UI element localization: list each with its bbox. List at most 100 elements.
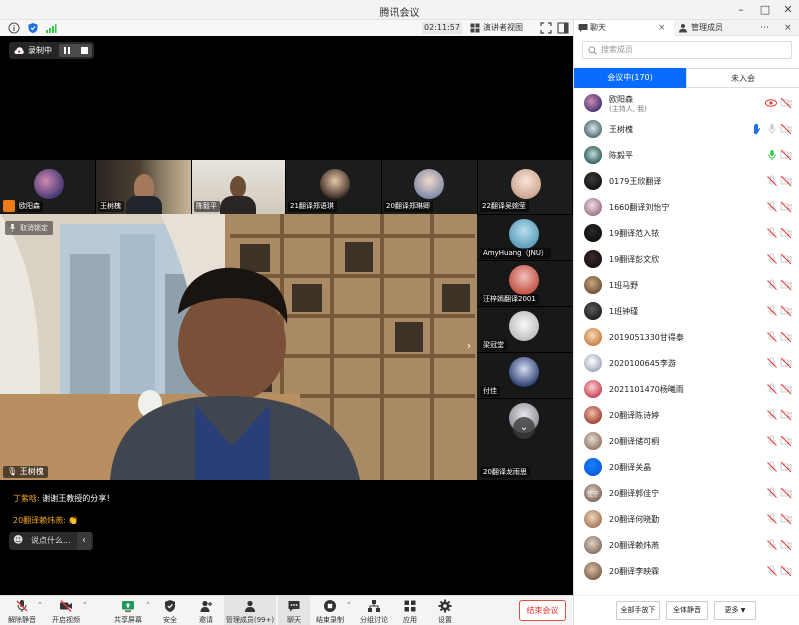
video-thumb-8[interactable]: 汪梓嫣翻译2001	[477, 260, 573, 306]
video-thumb-9[interactable]: 梁冠堂	[477, 306, 573, 352]
pause-recording-icon[interactable]	[64, 47, 66, 54]
sidebar-toggle-icon[interactable]	[557, 22, 569, 34]
member-row[interactable]: 王树槐	[574, 116, 799, 142]
member-row[interactable]: 20翻译陈诗婷	[574, 402, 799, 428]
next-page-icon[interactable]: ›	[463, 339, 475, 357]
participant-name: 20翻译龙雨思	[480, 467, 530, 478]
member-row[interactable]: 20翻译关晶	[574, 454, 799, 480]
minimize-icon[interactable]: –	[733, 2, 749, 18]
member-row[interactable]: 0179王欣翻译	[574, 168, 799, 194]
unmute-button[interactable]: 解除静音	[2, 596, 42, 625]
member-row[interactable]: 2019051330甘得泰	[574, 324, 799, 350]
apps-button[interactable]: 应用	[394, 596, 426, 625]
close-tab-icon[interactable]: ×	[658, 20, 666, 36]
avatar	[584, 94, 602, 112]
invite-button[interactable]: 邀请	[188, 596, 224, 625]
collapse-chat-icon[interactable]: ‹	[77, 532, 91, 550]
member-row[interactable]: 1班马野	[574, 272, 799, 298]
member-name: 陈毅平	[609, 151, 633, 160]
end-recording-button[interactable]: 结束录制	[312, 596, 348, 625]
mic-muted-icon	[767, 435, 777, 446]
security-shield-icon	[165, 600, 175, 612]
mic-muted-icon	[767, 461, 777, 472]
recording-badge[interactable]: 录制中	[9, 42, 94, 59]
participant-name: 付佳	[480, 386, 500, 397]
breakout-rooms-button[interactable]: 分组讨论	[354, 596, 394, 625]
maximize-icon[interactable]: □	[757, 2, 773, 18]
camera-off-icon	[780, 383, 792, 395]
close-icon[interactable]: ✕	[780, 2, 796, 18]
video-thumb-2[interactable]: 王树槐	[96, 160, 192, 214]
member-row[interactable]: 1660翻译刘怡宁	[574, 194, 799, 220]
member-row[interactable]: 20翻译赖炜燕	[574, 532, 799, 558]
stop-recording-icon[interactable]	[81, 47, 88, 54]
lower-all-hands-button[interactable]: 全部手放下	[616, 601, 660, 620]
video-thumb-10[interactable]: 付佳	[477, 352, 573, 398]
more-options-icon[interactable]: ⋯	[760, 20, 769, 36]
security-button[interactable]: 安全	[152, 596, 188, 625]
video-thumb-4[interactable]: 21翻译郑语琪	[286, 160, 382, 214]
settings-button[interactable]: 设置	[428, 596, 462, 625]
member-row[interactable]: 陈毅平	[574, 142, 799, 168]
member-row[interactable]: 19翻译彭文欣	[574, 246, 799, 272]
video-thumb-3[interactable]: 陈毅平	[192, 160, 286, 214]
member-search-input[interactable]: 搜索成员	[582, 41, 792, 59]
end-meeting-button[interactable]: 结束会议	[519, 600, 566, 621]
mic-muted-icon	[767, 331, 777, 342]
pause-recording-icon-bar	[68, 47, 70, 54]
chat-button[interactable]: 聊天	[278, 596, 310, 625]
video-thumb-6[interactable]: 22翻译吴婉莹	[478, 160, 573, 214]
fullscreen-icon[interactable]	[540, 22, 552, 34]
member-row[interactable]: 20翻译何晓勤	[574, 506, 799, 532]
member-row[interactable]: 2020100645李游	[574, 350, 799, 376]
info-icon[interactable]	[8, 22, 20, 34]
chevron-up-icon[interactable]: ⌃	[145, 601, 151, 609]
speaker-view-button[interactable]: 演讲者视图	[468, 22, 534, 34]
start-video-button[interactable]: 开启视频	[46, 596, 86, 625]
member-row[interactable]: 20翻译李映霖	[574, 558, 799, 584]
chevron-up-icon[interactable]: ⌃	[346, 601, 352, 609]
mic-muted-icon	[767, 253, 777, 264]
avatar	[584, 354, 602, 372]
apps-grid-icon	[404, 600, 416, 612]
member-name: 20翻译关晶	[609, 463, 652, 472]
manage-members-button[interactable]: 管理成员(99+)	[224, 596, 276, 625]
mute-all-button[interactable]: 全体静音	[666, 601, 708, 620]
video-thumb-11[interactable]: ⌄ 20翻译龙雨思	[477, 398, 573, 480]
shield-icon[interactable]	[27, 22, 39, 34]
stop-record-icon	[324, 600, 336, 612]
chevron-up-icon[interactable]: ⌃	[37, 601, 43, 609]
main-speaker-video[interactable]: 取消锁定 › 🎙 王树槐	[0, 214, 477, 480]
video-thumb-1[interactable]: 欧阳森	[0, 160, 96, 214]
member-row[interactable]: 佳宁 20翻译郭佳宁	[574, 480, 799, 506]
close-panel-icon[interactable]: ×	[784, 20, 792, 36]
scroll-down-icon[interactable]: ⌄	[513, 417, 535, 439]
mic-muted-icon	[767, 539, 777, 550]
avatar	[584, 250, 602, 268]
chevron-up-icon[interactable]: ⌃	[82, 601, 88, 609]
member-row[interactable]: 19翻译范入铱	[574, 220, 799, 246]
member-row[interactable]: 1班钟瑾	[574, 298, 799, 324]
tab-not-joined[interactable]: 未入会	[686, 68, 799, 88]
member-name: 1660翻译刘怡宁	[609, 203, 670, 212]
member-row[interactable]: 20翻译储可桐	[574, 428, 799, 454]
more-button[interactable]: 更多 ▼	[714, 601, 756, 620]
video-thumb-5[interactable]: 20翻译郑琳卿	[382, 160, 478, 214]
unpin-label: 取消锁定	[20, 224, 48, 232]
member-row[interactable]: 欧阳森 (主持人, 我)	[574, 90, 799, 116]
avatar	[584, 328, 602, 346]
tab-members[interactable]: 管理成员 ⋯ ×	[674, 20, 799, 36]
avatar	[34, 169, 64, 199]
camera-off-icon	[60, 600, 72, 612]
speaker-name: 王树槐	[19, 467, 44, 476]
chat-placeholder: 说点什么...	[31, 536, 71, 545]
avatar	[509, 265, 539, 295]
camera-off-icon	[780, 123, 792, 135]
tab-in-meeting[interactable]: 会议中(170)	[574, 68, 686, 88]
emoji-icon[interactable]: ☻	[13, 532, 23, 550]
member-row[interactable]: 2021101470杨曦雨	[574, 376, 799, 402]
mic-muted-icon	[767, 175, 777, 186]
share-screen-button[interactable]: 共享屏幕	[108, 596, 148, 625]
unpin-button[interactable]: 取消锁定	[5, 221, 53, 235]
video-thumb-7[interactable]: AmyHuang（JNU）	[477, 214, 573, 260]
